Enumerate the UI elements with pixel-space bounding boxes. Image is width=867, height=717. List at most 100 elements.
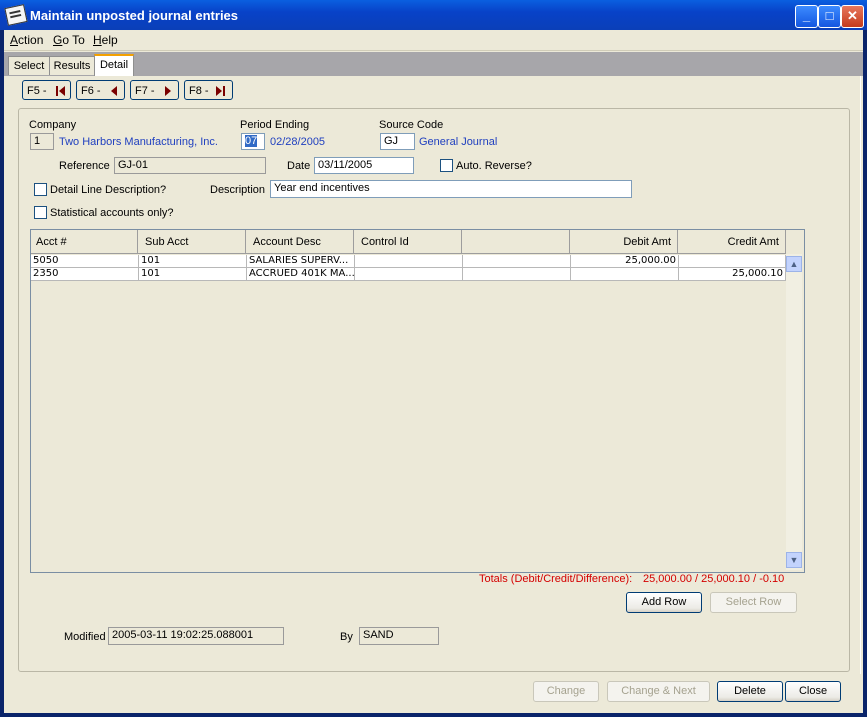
table-row-2-account-desc[interactable]: ACCRUED 401K MA... [247,268,355,281]
source-code-field[interactable]: GJ [380,133,415,150]
period-number-field[interactable]: 07 [241,133,265,150]
source-name: General Journal [419,136,498,148]
last-record-button[interactable]: F8 - [184,80,233,100]
auto-reverse-checkbox[interactable] [440,159,453,172]
title-bar[interactable]: Maintain unposted journal entries _ □ ✕ [0,0,867,30]
close-window-button[interactable]: ✕ [841,5,864,28]
window-title: Maintain unposted journal entries [30,8,239,23]
table-row-2-acct[interactable]: 2350 [31,268,139,281]
first-record-label: F5 - [27,85,47,97]
by-field[interactable]: SAND [359,627,439,645]
table-row-2-blank[interactable] [463,268,571,281]
totals-value: 25,000.00 / 25,000.10 / -0.10 [643,573,785,585]
modified-field[interactable]: 2005-03-11 19:02:25.088001 [108,627,284,645]
period-date: 02/28/2005 [270,136,326,148]
menu-action[interactable]: Action [10,33,43,47]
change-button[interactable]: Change [533,681,599,702]
table-row-1-blank[interactable] [463,255,571,268]
table-row-2-credit[interactable]: 25,000.10 [679,268,786,281]
by-label: By [340,631,353,643]
tab-detail[interactable]: Detail [94,54,134,77]
maximize-icon: □ [825,8,834,23]
next-record-button[interactable]: F7 - [130,80,179,100]
column-header-control-id[interactable]: Control Id [354,230,462,254]
table-row-1-credit[interactable] [679,255,786,268]
totals-label: Totals (Debit/Credit/Difference): [479,573,633,585]
app-icon [4,4,28,26]
previous-arrow-icon [111,86,117,96]
menu-goto[interactable]: Go To [53,33,85,47]
application-window: Maintain unposted journal entries _ □ ✕ … [0,0,867,717]
last-record-icon [223,86,225,96]
close-button[interactable]: Close [785,681,841,702]
statistical-accounts-label: Statistical accounts only? [50,207,174,219]
column-header-account-desc[interactable]: Account Desc [246,230,354,254]
date-label: Date [287,160,311,172]
menu-bar: Action Go To Help [4,30,863,51]
menu-action-mnemonic: A [10,33,19,47]
change-next-button[interactable]: Change & Next [607,681,710,702]
select-row-button[interactable]: Select Row [710,592,797,613]
minimize-button[interactable]: _ [795,5,818,28]
menu-help-rest: elp [101,33,118,47]
journal-lines-grid[interactable]: Acct # Sub Acct Account Desc Control Id … [30,229,805,573]
first-record-icon [56,86,58,96]
chevron-down-icon: ▼ [789,555,799,565]
previous-record-button[interactable]: F6 - [76,80,125,100]
next-record-label: F7 - [135,85,155,97]
detail-line-description-label: Detail Line Description? [50,184,167,196]
previous-record-label: F6 - [81,85,101,97]
tab-select[interactable]: Select [8,56,50,75]
table-row-2-sub-acct[interactable]: 101 [139,268,247,281]
column-header-credit-amt[interactable]: Credit Amt [678,230,786,254]
table-row-1-account-desc[interactable]: SALARIES SUPERV... [247,255,355,268]
table-row-2-debit[interactable] [571,268,679,281]
chevron-up-icon: ▲ [789,259,799,269]
maximize-button[interactable]: □ [818,5,841,28]
table-row-1-sub-acct[interactable]: 101 [139,255,247,268]
column-header-blank[interactable] [462,230,570,254]
scroll-down-button[interactable]: ▼ [786,552,802,568]
first-record-button[interactable]: F5 - [22,80,71,100]
table-row-2-control-id[interactable] [355,268,463,281]
detail-line-description-checkbox[interactable] [34,183,47,196]
menu-help[interactable]: Help [93,33,118,47]
period-ending-label: Period Ending [240,119,310,131]
column-header-debit-amt[interactable]: Debit Amt [570,230,678,254]
menu-goto-mnemonic: G [53,33,63,47]
source-code-label: Source Code [379,119,444,131]
close-icon: ✕ [847,8,858,23]
menu-action-rest: ction [18,33,44,47]
reference-label: Reference [59,160,110,172]
description-field[interactable]: Year end incentives [270,180,632,198]
table-row-1-debit[interactable]: 25,000.00 [571,255,679,268]
company-label: Company [29,119,77,131]
scroll-up-button[interactable]: ▲ [786,256,802,272]
first-record-arrow-icon [59,86,65,96]
period-number-value: 07 [245,135,258,147]
column-header-sub-acct[interactable]: Sub Acct [138,230,246,254]
column-header-acct[interactable]: Acct # [31,230,138,254]
grid-vertical-scrollbar[interactable]: ▲ ▼ [786,254,802,570]
minimize-icon: _ [802,8,811,23]
auto-reverse-label: Auto. Reverse? [456,160,532,172]
next-arrow-icon [165,86,171,96]
date-field[interactable]: 03/11/2005 [314,157,414,174]
menu-goto-rest: o To [62,33,85,47]
last-record-label: F8 - [189,85,209,97]
company-name: Two Harbors Manufacturing, Inc. [59,136,218,148]
delete-button[interactable]: Delete [717,681,783,702]
description-label: Description [210,184,266,196]
reference-field[interactable]: GJ-01 [114,157,266,174]
table-row-1-control-id[interactable] [355,255,463,268]
add-row-button[interactable]: Add Row [626,592,702,613]
last-record-arrow-icon [216,86,222,96]
table-row-1-acct[interactable]: 5050 [31,255,139,268]
statistical-accounts-checkbox[interactable] [34,206,47,219]
tab-strip: Select Results Detail [4,52,863,77]
modified-label: Modified [64,631,106,643]
client-area: Action Go To Help Select Results Detail … [4,30,863,713]
menu-help-mnemonic: H [93,33,102,47]
company-id-field[interactable]: 1 [30,133,54,150]
tab-results[interactable]: Results [49,56,95,75]
